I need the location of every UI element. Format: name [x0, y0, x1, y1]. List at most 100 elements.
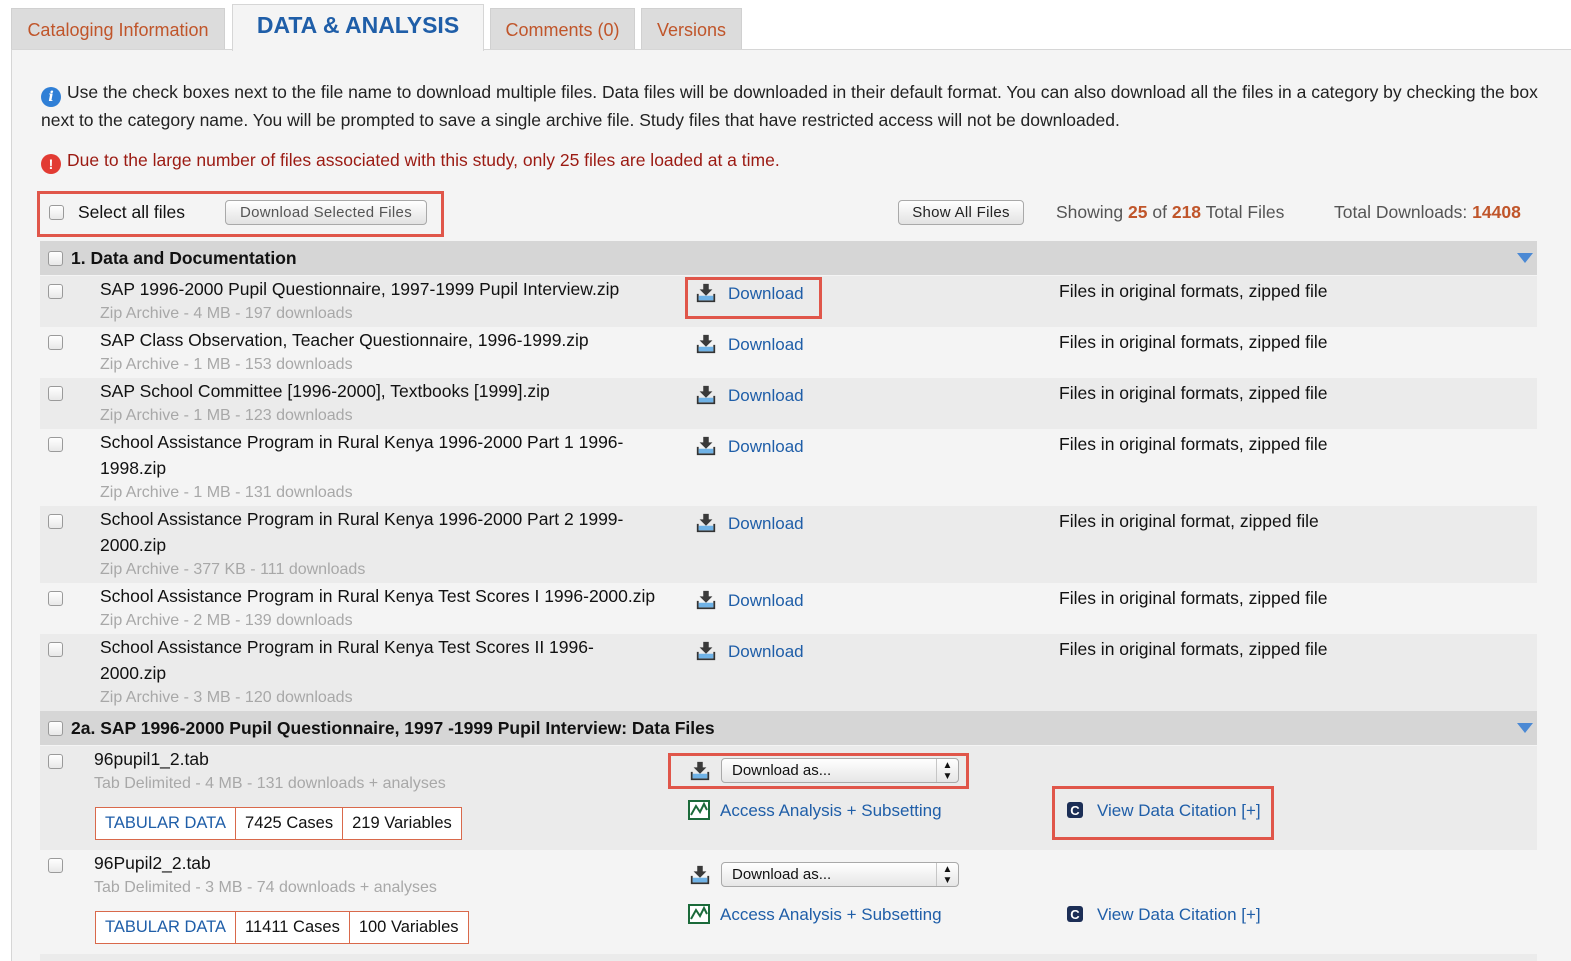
- file-checkbox[interactable]: [48, 591, 63, 606]
- collapse-triangle-icon[interactable]: [1517, 723, 1533, 733]
- warning-icon: !: [41, 154, 61, 174]
- select-all-checkbox[interactable]: [49, 205, 64, 220]
- show-all-files-button[interactable]: Show All Files: [898, 200, 1024, 225]
- file-name: SAP School Committee [1996-2000], Textbo…: [100, 381, 550, 401]
- file-row: SAP School Committee [1996-2000], Textbo…: [40, 378, 1537, 429]
- warning-message: ! Due to the large number of files associ…: [41, 150, 780, 174]
- info-icon: i: [41, 87, 61, 107]
- access-analysis-link[interactable]: Access Analysis + Subsetting: [688, 904, 942, 925]
- category-checkbox[interactable]: [48, 251, 63, 266]
- download-link[interactable]: Download: [694, 435, 804, 457]
- data-citation-highlight: [1052, 786, 1274, 840]
- file-checkbox[interactable]: [48, 754, 63, 769]
- download-icon: [696, 589, 716, 610]
- category-header-2a: 2a. SAP 1996-2000 Pupil Questionnaire, 1…: [40, 711, 1537, 745]
- download-as-highlight: [668, 753, 969, 789]
- file-meta: Zip Archive - 1 MB - 153 downloads: [100, 356, 353, 373]
- select-all-label: Select all files: [78, 202, 185, 222]
- file-row: SAP Class Observation, Teacher Questionn…: [40, 327, 1537, 378]
- file-description: Files in original formats, zipped file: [1059, 383, 1328, 403]
- file-description: Files in original format, zipped file: [1059, 511, 1319, 531]
- cases-count: 11411 Cases: [235, 912, 349, 943]
- download-format-select[interactable]: Download as... ▲ ▼: [721, 862, 959, 887]
- file-name: School Assistance Program in Rural Kenya…: [100, 432, 624, 478]
- file-checkbox[interactable]: [48, 437, 63, 452]
- download-icon: [696, 435, 716, 456]
- total-files-count: 218: [1171, 202, 1202, 222]
- file-meta: Zip Archive - 1 MB - 123 downloads: [100, 407, 353, 424]
- tab-bar: Cataloging Information DATA & ANALYSIS C…: [11, 4, 1571, 51]
- category-title: 1. Data and Documentation: [71, 248, 297, 268]
- file-meta: Zip Archive - 3 MB - 120 downloads: [100, 689, 353, 706]
- collapse-triangle-icon[interactable]: [1517, 253, 1533, 263]
- select-arrows-icon: ▲ ▼: [936, 863, 958, 886]
- file-name: SAP 1996-2000 Pupil Questionnaire, 1997-…: [100, 279, 620, 299]
- access-analysis-link[interactable]: Access Analysis + Subsetting: [688, 800, 942, 821]
- data-file-row: 96Pupil2_2.tab Tab Delimited - 3 MB - 74…: [40, 850, 1537, 954]
- showing-loaded-count: 25: [1128, 202, 1148, 222]
- category-checkbox[interactable]: [48, 721, 63, 736]
- download-link[interactable]: Download: [694, 589, 804, 611]
- file-meta: Zip Archive - 2 MB - 139 downloads: [100, 612, 353, 629]
- file-checkbox[interactable]: [48, 858, 63, 873]
- tab-cataloging-information[interactable]: Cataloging Information: [11, 8, 225, 50]
- file-meta: Zip Archive - 4 MB - 197 downloads: [100, 305, 353, 322]
- chart-icon: [688, 904, 710, 924]
- file-checkbox[interactable]: [48, 284, 63, 299]
- file-checkbox[interactable]: [48, 335, 63, 350]
- total-downloads-count: 14408: [1472, 202, 1521, 222]
- tabular-data-label: TABULAR DATA: [105, 918, 227, 936]
- file-name: School Assistance Program in Rural Kenya…: [100, 637, 594, 683]
- file-row: School Assistance Program in Rural Kenya…: [40, 634, 1537, 711]
- file-row: School Assistance Program in Rural Kenya…: [40, 506, 1537, 583]
- file-meta: Zip Archive - 1 MB - 131 downloads: [100, 484, 353, 501]
- file-checkbox[interactable]: [48, 642, 63, 657]
- tab-comments[interactable]: Comments (0): [490, 8, 635, 50]
- file-name: SAP Class Observation, Teacher Questionn…: [100, 330, 589, 350]
- download-icon: [696, 333, 716, 354]
- file-checkbox[interactable]: [48, 514, 63, 529]
- file-description: Files in original formats, zipped file: [1059, 588, 1328, 608]
- file-checkbox[interactable]: [48, 386, 63, 401]
- citation-icon: C: [1067, 906, 1083, 922]
- file-name: School Assistance Program in Rural Kenya…: [100, 586, 656, 606]
- tabular-data-badges: TABULAR DATA 11411 Cases 100 Variables: [95, 911, 469, 944]
- file-description: Files in original formats, zipped file: [1059, 639, 1328, 659]
- download-selected-button[interactable]: Download Selected Files: [225, 200, 427, 225]
- file-row: School Assistance Program in Rural Kenya…: [40, 583, 1537, 634]
- info-message: i Use the check boxes next to the file na…: [41, 82, 1538, 130]
- download-link[interactable]: Download: [694, 640, 804, 662]
- file-description: Files in original formats, zipped file: [1059, 281, 1328, 301]
- svg-text:C: C: [1070, 907, 1080, 922]
- download-link[interactable]: Download: [694, 333, 804, 355]
- variables-count: 100 Variables: [348, 912, 468, 943]
- file-row: School Assistance Program in Rural Kenya…: [40, 429, 1537, 506]
- file-meta: Tab Delimited - 4 MB - 131 downloads + a…: [94, 775, 446, 792]
- next-row-partial: [40, 954, 1537, 961]
- download-icon: [690, 864, 710, 885]
- tabular-data-label: TABULAR DATA: [105, 814, 227, 832]
- file-name: 96pupil1_2.tab: [94, 749, 209, 769]
- tabular-data-badges: TABULAR DATA 7425 Cases 219 Variables: [95, 807, 462, 840]
- tab-versions[interactable]: Versions: [641, 8, 742, 50]
- total-downloads: Total Downloads: 14408: [1334, 202, 1521, 222]
- tab-data-analysis[interactable]: DATA & ANALYSIS: [232, 4, 484, 51]
- category-title: 2a. SAP 1996-2000 Pupil Questionnaire, 1…: [71, 718, 715, 738]
- download-link-highlight: [685, 277, 822, 319]
- file-meta: Tab Delimited - 3 MB - 74 downloads + an…: [94, 879, 437, 896]
- view-data-citation-link[interactable]: C View Data Citation [+]: [1065, 904, 1261, 925]
- download-icon: [696, 640, 716, 661]
- file-name: 96Pupil2_2.tab: [94, 853, 211, 873]
- download-link[interactable]: Download: [694, 512, 804, 534]
- file-meta: Zip Archive - 377 KB - 111 downloads: [100, 561, 366, 578]
- cases-count: 7425 Cases: [235, 808, 342, 839]
- download-link[interactable]: Download: [694, 384, 804, 406]
- chart-icon: [688, 800, 710, 820]
- download-icon: [696, 512, 716, 533]
- variables-count: 219 Variables: [342, 808, 461, 839]
- file-description: Files in original formats, zipped file: [1059, 332, 1328, 352]
- category-header-1: 1. Data and Documentation: [40, 241, 1537, 275]
- download-icon: [696, 384, 716, 405]
- file-description: Files in original formats, zipped file: [1059, 434, 1328, 454]
- showing-count: Showing 25 of 218 Total Files: [1056, 202, 1285, 222]
